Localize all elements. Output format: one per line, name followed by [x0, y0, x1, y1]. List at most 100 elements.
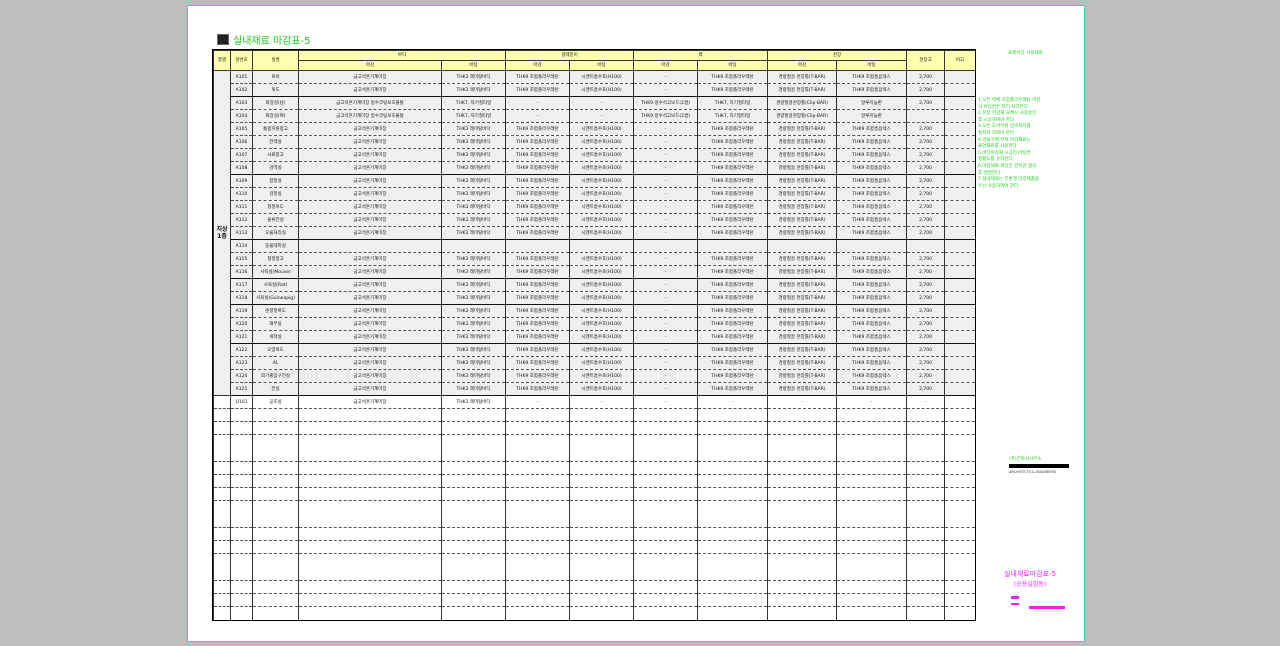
room-no: A101 [230, 70, 253, 84]
ceiling-base: THK9 조합흡음텍스 [836, 252, 908, 266]
empty-cell [441, 421, 506, 435]
header-wall-base: 바탕 [696, 60, 769, 71]
baseboard-main: THK9 조합폴리우레탄 [505, 265, 570, 279]
empty-cell [252, 461, 299, 475]
empty-cell [906, 487, 946, 501]
wall-base: THK9 조합폴리우레탄 [696, 252, 769, 266]
empty-cell [836, 474, 908, 488]
table-row: A113 오물처리실 금고석흔기계미장 THK3 레미탈바닥 THK9 조합폴리우레탄 시… [214, 226, 975, 240]
baseboard-base: 시멘트흡수포(H100) [569, 122, 634, 136]
wall-base: THK9 조합폴리우레탄 [696, 317, 769, 331]
floor-main: 금고석흔기계미장 [298, 226, 442, 240]
floor-base: THK3 레미탈바닥 [441, 70, 506, 84]
ceiling-height: 2,700 [906, 369, 946, 383]
header-floor-base: 바탕 [441, 60, 506, 71]
header-baseboard-base: 바탕 [569, 60, 634, 71]
wall-base: THK9 조합폴리우레탄 [696, 213, 769, 227]
table-row: A123 AL 금고석흔기계미장 THK3 레미탈바닥 THK9 조합폴리우레탄 시멘트흡… [214, 356, 975, 370]
note-line: 6.마감재료 색상은 감독관 협의 [978, 163, 1037, 169]
wall-base: THK9 조합폴리우레탄 [696, 200, 769, 214]
room-no: A106 [230, 135, 253, 149]
ceiling-base: 알루미늄판 [836, 109, 908, 123]
title-block-mark [1011, 596, 1019, 599]
ceiling-main: 경량철골 천장틀(T-BAR) [767, 278, 838, 292]
baseboard-main: THK9 조합폴리우레탄 [505, 122, 570, 136]
wall-main: - [633, 70, 698, 84]
remark-cell [944, 70, 975, 84]
empty-cell [213, 434, 231, 462]
empty-cell [767, 461, 838, 475]
floor-main: 금고석흔기계미장 [298, 148, 442, 162]
baseboard-base: 시멘트흡수포(H100) [569, 135, 634, 149]
floor-base: THK3 레미탈바닥 [441, 187, 506, 201]
table-row: U101 공조실 금고석흔기계미장 THK3 레미탈바닥 - - - - - - - [213, 395, 975, 409]
empty-cell [836, 553, 908, 581]
empty-cell [944, 408, 975, 422]
wall-main: - [633, 382, 698, 396]
empty-cell [441, 540, 506, 554]
remark-cell [944, 304, 975, 318]
empty-cell [230, 474, 253, 488]
baseboard-main: THK9 조합폴리우레탄 [505, 330, 570, 344]
notes-list: 1.모든 벽체 조합폴리우레탄 마감 시 바탕면은 퍼티 처리한다 2.천장 마감… [978, 98, 1073, 190]
wall-base: THK9 조합폴리우레탄 [696, 122, 769, 136]
remark-cell [944, 187, 975, 201]
wall-main: - [633, 252, 698, 266]
empty-cell [906, 540, 946, 554]
room-no: A104 [230, 109, 253, 123]
empty-cell [836, 421, 908, 435]
floor-base: THK3 레미탈바닥 [441, 135, 506, 149]
baseboard-base: 시멘트흡수포(H100) [569, 187, 634, 201]
empty-cell [569, 580, 634, 594]
empty-cell [252, 474, 299, 488]
ceiling-base: THK9 조합흡음텍스 [836, 70, 908, 84]
ceiling-height: - [906, 395, 946, 409]
remark-cell [944, 382, 975, 396]
wall-main: THK9 방수석고보드(2겹) [633, 109, 698, 123]
table-row: 지상 1층 A101 로비 금고석흔기계미장 THK3 레미탈바닥 THK9 조합폴리우레… [213, 70, 975, 396]
empty-cell [230, 487, 253, 501]
room-name: 물류전실 [252, 213, 299, 227]
baseboard-main: THK9 조합폴리우레탄 [505, 70, 570, 84]
zone-label: 지상 1층 [213, 70, 231, 396]
empty-row [213, 606, 975, 620]
empty-cell [836, 434, 908, 462]
floor-main: 금고석흔기계미장 [298, 83, 442, 97]
empty-cell [441, 606, 506, 620]
remark-cell [944, 265, 975, 279]
room-name: 전실 [252, 382, 299, 396]
baseboard-main [505, 239, 570, 253]
company-logo: (주)건축사사무소 ARCHITECTS & ENGINEERS [1009, 456, 1069, 474]
empty-cell [944, 540, 975, 554]
ceiling-main: 경량철골 천장틀(T-BAR) [767, 174, 838, 188]
ceiling-height: 2,700 [906, 174, 946, 188]
empty-cell [230, 606, 253, 620]
ceiling-height: 2,700 [906, 135, 946, 149]
room-no: A123 [230, 356, 253, 370]
ceiling-base: - [836, 395, 908, 409]
wall-main: - [633, 174, 698, 188]
header-height: 천장고 [906, 50, 946, 71]
baseboard-main: - [505, 109, 570, 123]
room-name: 전력실 [252, 135, 299, 149]
empty-cell [213, 580, 231, 594]
table-row: A121 세척실 금고석흔기계미장 THK3 레미탈바닥 THK9 조합폴리우레탄 시멘트… [214, 330, 975, 344]
empty-cell [298, 606, 442, 620]
room-no: A119 [230, 304, 253, 318]
wall-base: THK9 조합폴리우레탄 [696, 356, 769, 370]
empty-cell [298, 434, 442, 462]
table-row: A124 외기출입구전실 금고석흔기계미장 THK3 레미탈바닥 THK9 조합폴리우레… [214, 369, 975, 383]
ceiling-base: THK9 조합흡음텍스 [836, 369, 908, 383]
empty-cell [505, 527, 570, 541]
ceiling-main: 경량철골 천장틀(T-BAR) [767, 226, 838, 240]
note-line: 불연재료를 사용한다 [978, 144, 1017, 150]
empty-cell [213, 408, 231, 422]
room-no: A108 [230, 161, 253, 175]
empty-cell [696, 487, 769, 501]
drawing-subtitle: (공용실험동) [1013, 581, 1047, 588]
empty-cell [696, 408, 769, 422]
empty-row [213, 580, 975, 594]
floor-base: THK3 레미탈바닥 [441, 395, 506, 409]
empty-cell [633, 593, 698, 607]
remark-cell [944, 330, 975, 344]
